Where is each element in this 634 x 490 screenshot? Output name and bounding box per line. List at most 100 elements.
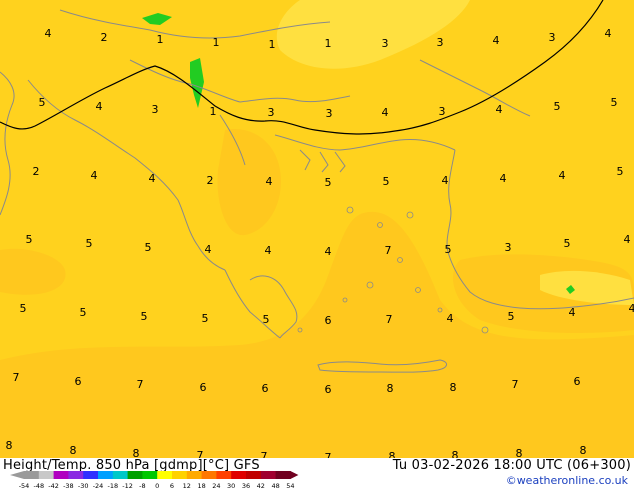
temperature-value: 1 (213, 36, 220, 49)
temperature-value: 1 (157, 33, 164, 46)
temperature-value: 3 (439, 105, 446, 118)
legend-swatch (68, 471, 84, 479)
legend-tick-label: -42 (48, 482, 59, 490)
temperature-value: 8 (452, 449, 459, 458)
temperature-value: 2 (101, 31, 108, 44)
temperature-value: 6 (262, 382, 269, 395)
temperature-value: 4 (325, 245, 332, 258)
temperature-value: 5 (141, 310, 148, 323)
temperature-value: 4 (382, 106, 389, 119)
legend-tick-label: -48 (33, 482, 44, 490)
temperature-value: 4 (559, 169, 566, 182)
legend-tick-label: 24 (212, 482, 220, 490)
temperature-value: 6 (574, 375, 581, 388)
temperature-value: 8 (133, 447, 140, 458)
legend-swatch (83, 471, 99, 479)
temperature-value: 8 (387, 382, 394, 395)
temperature-value: 5 (564, 237, 571, 250)
legend-swatch (186, 471, 202, 479)
temperature-value: 5 (20, 302, 27, 315)
temperature-value: 3 (326, 107, 333, 120)
legend-tick-label: -12 (122, 482, 133, 490)
temperature-value: 7 (261, 450, 268, 458)
legend-swatch (246, 471, 262, 479)
legend-swatch (112, 471, 128, 479)
temperature-value: 4 (205, 243, 212, 256)
temperature-value: 4 (569, 306, 576, 319)
legend-arrow-right (290, 471, 299, 479)
temperature-value: 5 (39, 96, 46, 109)
weather-map-figure: 4211113343454313343455244245544455554447… (0, 0, 634, 490)
temperature-value: 4 (45, 27, 52, 40)
temperature-value: 5 (383, 175, 390, 188)
legend-tick-label: -54 (19, 482, 30, 490)
legend-swatch (231, 471, 247, 479)
temperature-value: 7 (197, 449, 204, 458)
temperature-value: 1 (325, 37, 332, 50)
legend-swatch (127, 471, 143, 479)
temperature-value: 4 (624, 233, 631, 246)
credit-link[interactable]: ©weatheronline.co.uk (506, 474, 628, 487)
legend-tick-label: 36 (242, 482, 250, 490)
temperature-value: 3 (437, 36, 444, 49)
temperature-value: 4 (605, 27, 612, 40)
legend-color-bar (10, 471, 299, 479)
temperature-value: 2 (33, 165, 40, 178)
temperature-value: 4 (447, 312, 454, 325)
temperature-value: 3 (382, 37, 389, 50)
temperature-value: 4 (500, 172, 507, 185)
temperature-value: 5 (86, 237, 93, 250)
temperature-value: 7 (137, 378, 144, 391)
legend-swatch (260, 471, 276, 479)
temperature-value: 7 (13, 371, 20, 384)
legend-swatch (142, 471, 158, 479)
temperature-map: 4 2 1 1 1 1 3 3 4 3 4 5 4 3 1 3 3 4 3 4 5 5 2 4 4 2 4 5 5 4 4 4 5 5 5 5 4 4 4 7… (0, 0, 634, 458)
legend-tick-label: -30 (78, 482, 89, 490)
temperature-value: 8 (516, 447, 523, 458)
temperature-value: 1 (269, 38, 276, 51)
legend-tick-label: 30 (227, 482, 235, 490)
temperature-value: 4 (266, 175, 273, 188)
temperature-value: 5 (508, 310, 515, 323)
legend-tick-labels: -54 -48 -42 -38 -30 -24 -18 -12 -8 0 6 12 18 24 30 36 42… (19, 482, 295, 490)
temperature-value: 4 (91, 169, 98, 182)
legend-swatch (216, 471, 232, 479)
legend-swatch (275, 471, 291, 479)
temperature-value: 6 (325, 314, 332, 327)
legend-swatch (172, 471, 188, 479)
legend-tick-label: 48 (271, 482, 279, 490)
legend-tick-label: 6 (170, 482, 174, 490)
valid-datetime: Tu 03-02-2026 18:00 UTC (06+300) (392, 458, 631, 473)
temperature-value: 4 (265, 244, 272, 257)
legend-tick-label: -38 (63, 482, 74, 490)
temperature-value: 4 (493, 34, 500, 47)
temperature-value: 5 (445, 243, 452, 256)
temperature-value: 5 (263, 313, 270, 326)
legend-tick-label: -8 (139, 482, 145, 490)
temperature-value: 5 (145, 241, 152, 254)
temperature-value: 6 (75, 375, 82, 388)
temperature-value: 3 (505, 241, 512, 254)
legend-tick-label: 0 (155, 482, 159, 490)
temperature-value: 5 (325, 176, 332, 189)
temperature-value: 6 (325, 383, 332, 396)
color-scale-legend: -54 -48 -42 -38 -30 -24 -18 -12 -8 0 6 12 18 24 30 36 42… (10, 471, 299, 490)
temperature-value: 6 (200, 381, 207, 394)
legend-tick-label: -24 (93, 482, 104, 490)
temperature-value: 3 (549, 31, 556, 44)
temperature-value: 8 (580, 444, 587, 457)
legend-swatch (53, 471, 69, 479)
temperature-value: 5 (80, 306, 87, 319)
temperature-value: 8 (70, 444, 77, 457)
temperature-value: 8 (6, 439, 13, 452)
temperature-value: 5 (611, 96, 618, 109)
temperature-value: 7 (512, 378, 519, 391)
temperature-value: 7 (325, 451, 332, 458)
temperature-value: 4 (149, 172, 156, 185)
legend-tick-label: 42 (257, 482, 265, 490)
temperature-value: 4 (96, 100, 103, 113)
temperature-value: 5 (617, 165, 624, 178)
temperature-value: 4 (629, 302, 634, 315)
temperature-value: 7 (386, 313, 393, 326)
temperature-value: 8 (389, 450, 396, 458)
